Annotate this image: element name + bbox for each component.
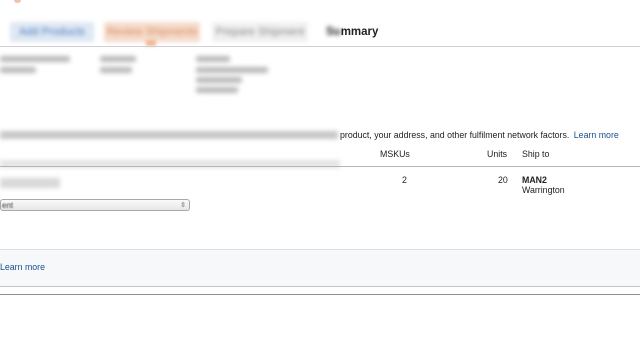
blur-line (0, 67, 36, 73)
bottom-divider (0, 294, 640, 295)
blur-line (100, 56, 136, 62)
column-header-mskus: MSKUs (380, 149, 410, 159)
tab-summary-hidden: Su (326, 26, 341, 38)
fulfilment-info: product, your address, and other fulfilm… (0, 128, 640, 142)
tab-review-shipments[interactable]: Review Shipments (104, 22, 200, 42)
select-value: ent (2, 201, 14, 210)
workflow-tabs: Add Products Review Shipments Prepare Sh… (0, 18, 640, 48)
info-blurred-text (0, 131, 338, 139)
tabs-divider (0, 46, 640, 47)
info-text: product, your address, and other fulfilm… (340, 128, 619, 142)
tab-summary-label: mmary (340, 26, 379, 38)
cell-ship-to-code: MAN2 (522, 175, 547, 185)
table-header-border (0, 166, 640, 167)
top-accent (14, 0, 21, 3)
blur-line (196, 67, 268, 73)
tab-summary[interactable]: Summary (326, 22, 378, 42)
blur-line (196, 56, 230, 62)
info-text-body: product, your address, and other fulfilm… (340, 130, 570, 140)
shipment-table-header: MSKUs Units Ship to (0, 146, 640, 168)
updown-chevron-icon: ⇳ (180, 202, 186, 209)
shipment-summary-blurred (0, 50, 340, 102)
learn-more-link[interactable]: Learn more (574, 130, 619, 140)
page: Add Products Review Shipments Prepare Sh… (0, 0, 640, 360)
blur-line (196, 87, 238, 93)
column-header-units: Units (487, 149, 508, 159)
row-blurred-name (0, 178, 60, 188)
blur-line (196, 77, 242, 83)
bottom-info-panel: Learn more (0, 249, 640, 287)
cell-mskus: 2 (402, 175, 407, 185)
tab-prepare-shipment[interactable]: Prepare Shipment (212, 22, 308, 42)
bottom-learn-more-link[interactable]: Learn more (0, 262, 45, 272)
tab-add-products[interactable]: Add Products (10, 22, 94, 42)
blur-line (0, 56, 70, 62)
cell-units: 20 (498, 175, 508, 185)
column-header-ship-to: Ship to (522, 149, 550, 159)
blur-line (100, 67, 132, 73)
shipment-select[interactable]: ent ⇳ (0, 199, 190, 211)
cell-ship-to-city: Warrington (522, 185, 565, 195)
